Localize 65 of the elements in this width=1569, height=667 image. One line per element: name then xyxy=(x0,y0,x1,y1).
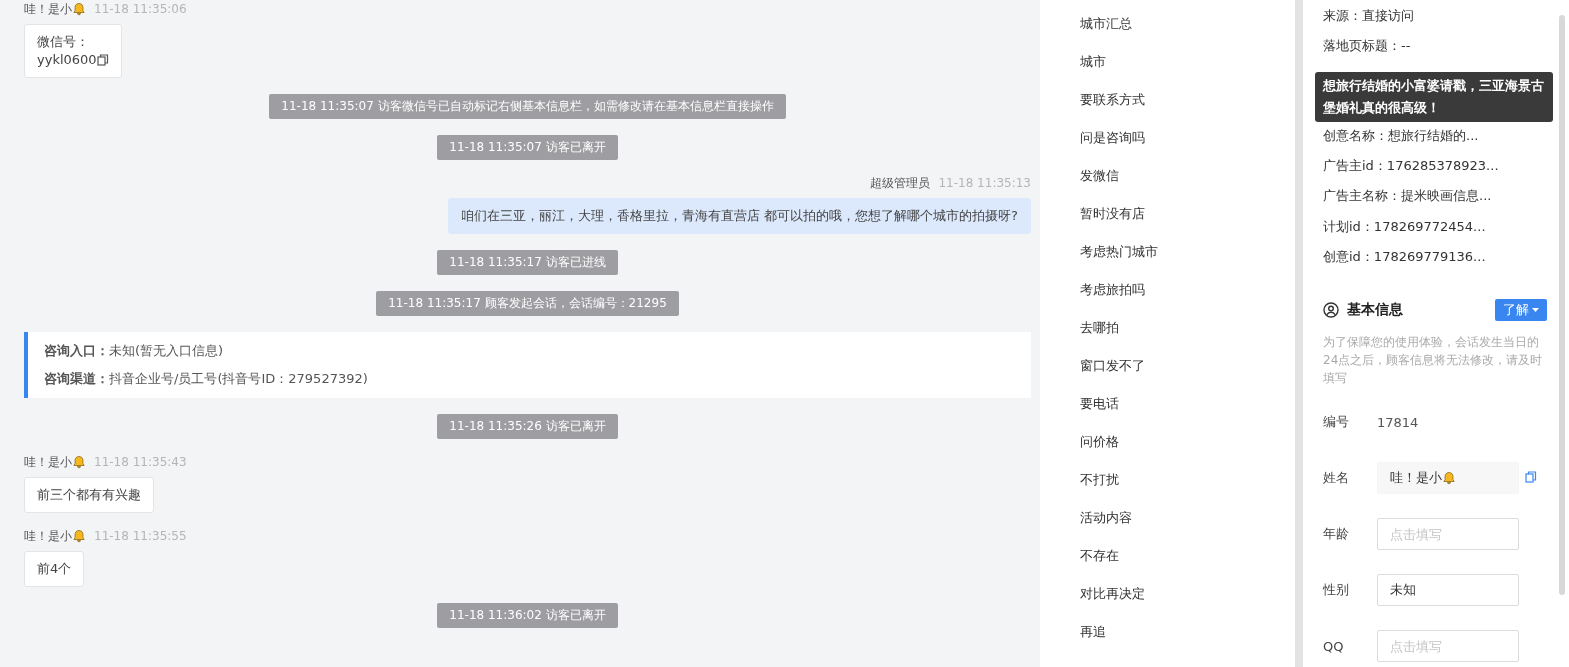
quick-reply-item[interactable]: 考虑旅拍吗 xyxy=(1063,280,1295,318)
message-time: 11-18 11:35:13 xyxy=(938,176,1031,190)
copy-icon[interactable] xyxy=(1525,470,1537,483)
system-notice: 11-18 11:35:17 访客已进线 xyxy=(437,250,618,275)
tooltip: 想旅行结婚的小富婆请戳，三亚海景古堡婚礼真的很高级！ xyxy=(1315,72,1553,122)
quick-reply-item[interactable]: 要电话 xyxy=(1063,394,1295,432)
quick-reply-item[interactable]: 再追 xyxy=(1063,622,1295,660)
quick-reply-item[interactable]: 窗口发不了 xyxy=(1063,356,1295,394)
quick-reply-item[interactable]: 暂时没有店 xyxy=(1063,204,1295,242)
user-icon xyxy=(1323,302,1339,318)
field-label: 编号 xyxy=(1323,413,1350,431)
system-notice: 11-18 11:35:26 访客已离开 xyxy=(437,414,618,439)
scrollbar-thumb[interactable] xyxy=(1559,15,1565,595)
quick-reply-item[interactable]: 问价格 xyxy=(1063,432,1295,470)
quick-reply-item[interactable]: 发微信 xyxy=(1063,166,1295,204)
message-bubble: 微信号： yykl0600 xyxy=(24,24,122,78)
quick-reply-item[interactable]: 对比再决定 xyxy=(1063,584,1295,622)
sender-name: 超级管理员 xyxy=(870,174,931,192)
system-notice: 11-18 11:35:07 访客已离开 xyxy=(437,135,618,160)
quick-reply-item[interactable]: 不打扰 xyxy=(1063,470,1295,508)
bell-icon xyxy=(72,529,86,543)
sender-name: 哇！是小 xyxy=(24,453,86,471)
field-label: 年龄 xyxy=(1323,525,1350,543)
copy-icon[interactable] xyxy=(96,54,109,66)
quick-reply-item[interactable]: 城市汇总 xyxy=(1063,14,1295,52)
message-bubble: 前三个都有有兴趣 xyxy=(24,477,154,513)
notice-text: 为了保障您的使用体验，会话发生当日的24点之后，顾客信息将无法修改，请及时填写 xyxy=(1323,334,1544,387)
dropdown-button[interactable]: 了解 xyxy=(1495,299,1547,321)
field-label: 性别 xyxy=(1323,581,1350,599)
bell-icon xyxy=(72,455,86,469)
source-info-line: 广告主id：176285378923... xyxy=(1323,157,1500,175)
quick-reply-item[interactable]: 要联系方式 xyxy=(1063,90,1295,128)
source-info-line: 创意id：178269779136... xyxy=(1323,247,1487,266)
section-title: 基本信息 xyxy=(1347,301,1403,319)
quick-reply-item[interactable]: 不存在 xyxy=(1063,546,1295,584)
bell-icon xyxy=(1442,471,1456,485)
quick-reply-item[interactable]: 问是咨询吗 xyxy=(1063,128,1295,166)
message-bubble: 前4个 xyxy=(24,551,85,587)
message-time: 11-18 11:35:06 xyxy=(94,2,187,16)
sender-name: 哇！是小 xyxy=(24,0,86,18)
bell-icon xyxy=(72,2,86,16)
source-info-line: 落地页标题：-- xyxy=(1323,37,1412,56)
message-bubble: 咱们在三亚，丽江，大理，香格里拉，青海有直营店 都可以拍的哦，您想了解哪个城市的拍摄呀? xyxy=(447,198,1031,234)
entry-line: 咨询渠道：抖音企业号/员工号(抖音号ID：279527392) xyxy=(44,370,369,388)
quick-reply-item[interactable]: 去哪拍 xyxy=(1063,318,1295,356)
field-label: QQ xyxy=(1323,638,1345,654)
quick-reply-item[interactable]: 城市 xyxy=(1063,52,1295,90)
name-field[interactable]: 哇！是小 xyxy=(1377,462,1519,494)
quick-reply-item[interactable]: 活动内容 xyxy=(1063,508,1295,546)
caret-icon xyxy=(1532,307,1539,313)
source-info-line: 创意名称：想旅行结婚的... xyxy=(1323,126,1480,145)
quick-reply-item[interactable]: 考虑热门城市 xyxy=(1063,242,1295,280)
sender-name: 哇！是小 xyxy=(24,527,86,545)
source-info-line: 广告主名称：提米映画信息... xyxy=(1323,187,1493,206)
message-time: 11-18 11:35:55 xyxy=(94,529,187,543)
gender-field[interactable]: 未知 xyxy=(1377,574,1519,606)
field-value: 17814 xyxy=(1377,414,1419,430)
field-label: 姓名 xyxy=(1323,469,1350,487)
entry-line: 咨询入口：未知(暂无入口信息) xyxy=(44,342,225,360)
message-time: 11-18 11:35:43 xyxy=(94,455,187,469)
source-info-line: 计划id：178269772454... xyxy=(1323,217,1487,236)
source-info-line: 来源：直接访问 xyxy=(1323,7,1415,25)
system-notice: 11-18 11:36:02 访客已离开 xyxy=(437,603,618,628)
system-notice: 11-18 11:35:17 顾客发起会话，会话编号：21295 xyxy=(376,291,679,316)
system-notice: 11-18 11:35:07 访客微信号已自动标记右侧基本信息栏，如需修改请在基本信息栏直接操作 xyxy=(269,94,786,119)
